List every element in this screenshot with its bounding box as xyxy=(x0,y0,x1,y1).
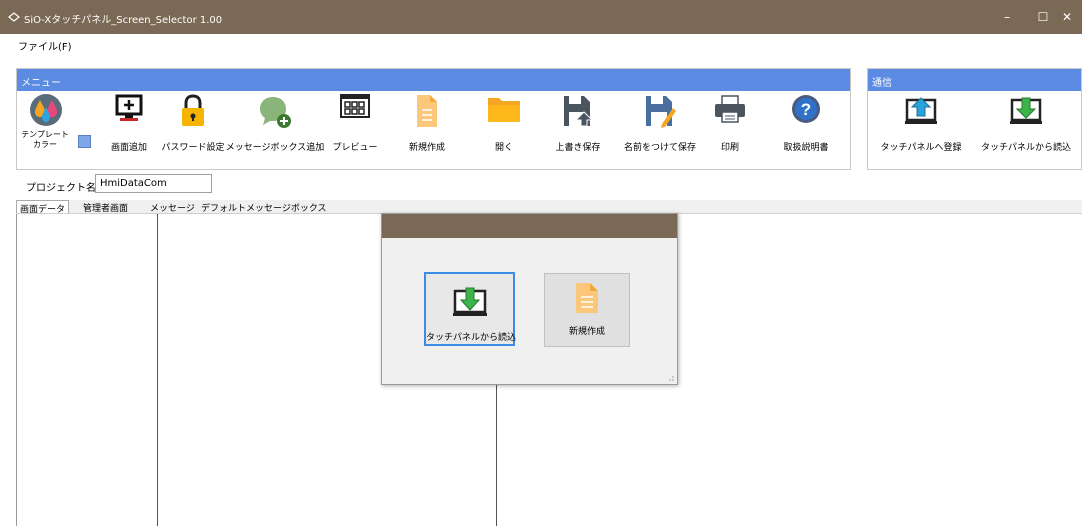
template-color-label-line2: カラー xyxy=(33,140,57,149)
template-color-label-line1: テンプレート xyxy=(21,130,69,139)
new-document-icon xyxy=(417,95,437,127)
template-color-swatch[interactable] xyxy=(78,135,91,148)
save-as-label: 名前をつけて保存 xyxy=(623,143,697,153)
upload-to-panel-label: タッチパネルへ登録 xyxy=(880,143,962,153)
dialog-load-from-panel-button[interactable]: タッチパネルから読込 xyxy=(424,272,517,346)
dialog-new-label: 新規作成 xyxy=(568,327,605,337)
palette-icon xyxy=(30,94,62,126)
add-screen-icon xyxy=(115,94,143,121)
preview-label: プレビュー xyxy=(332,143,378,153)
screen-list-divider[interactable] xyxy=(157,214,158,526)
lock-icon xyxy=(182,94,204,126)
svg-text:?: ? xyxy=(801,100,811,119)
title-bar: SiO-Xタッチパネル_Screen_Selector 1.00 – ☐ ✕ xyxy=(0,0,1082,34)
resize-grip-icon[interactable] xyxy=(667,374,675,382)
download-from-panel-label: タッチパネルから読込 xyxy=(980,143,1072,153)
download-monitor-icon xyxy=(452,287,487,316)
preview-grid-icon xyxy=(340,94,370,118)
new-label: 新規作成 xyxy=(408,143,446,153)
menu-file[interactable]: ファイル(F) xyxy=(18,38,72,53)
folder-icon xyxy=(488,98,520,122)
template-color-label: テンプレート カラー xyxy=(20,130,70,150)
preview-divider[interactable] xyxy=(496,385,497,526)
menu-group-header: メニュー xyxy=(17,69,850,91)
comm-group-header: 通信 xyxy=(868,69,1081,91)
comm-group: 通信 xyxy=(867,68,1082,170)
upload-monitor-icon xyxy=(905,97,937,124)
add-screen-label: 画面追加 xyxy=(110,143,148,153)
new-document-icon xyxy=(576,283,598,313)
app-diamond-icon xyxy=(8,12,20,22)
project-name-input[interactable]: HmiDataCom xyxy=(95,174,212,193)
overwrite-save-label: 上書き保存 xyxy=(555,143,601,153)
printer-icon xyxy=(715,95,745,123)
window-title: SiO-Xタッチパネル_Screen_Selector 1.00 xyxy=(24,15,223,26)
start-dialog: タッチパネルから読込 新規作成 xyxy=(381,213,678,385)
add-message-box-label: メッセージボックス追加 xyxy=(225,143,325,153)
close-button[interactable]: ✕ xyxy=(1048,0,1082,34)
open-label: 開く xyxy=(494,143,514,153)
minimize-button[interactable]: – xyxy=(988,0,1026,34)
save-overwrite-icon xyxy=(564,96,594,127)
menu-bar: ファイル(F) xyxy=(0,34,1082,56)
dialog-header xyxy=(382,214,677,238)
print-label: 印刷 xyxy=(720,143,740,153)
left-border xyxy=(16,214,17,526)
dialog-new-button[interactable]: 新規作成 xyxy=(544,273,630,347)
add-message-icon xyxy=(260,97,291,128)
help-icon: ? xyxy=(792,95,820,123)
project-name-label: プロジェクト名 xyxy=(26,183,96,194)
save-as-icon xyxy=(646,96,676,128)
download-monitor-icon xyxy=(1010,97,1042,124)
manual-label: 取扱説明書 xyxy=(783,143,829,153)
dialog-load-label: タッチパネルから読込 xyxy=(426,333,517,343)
password-label: パスワード設定 xyxy=(161,143,225,153)
